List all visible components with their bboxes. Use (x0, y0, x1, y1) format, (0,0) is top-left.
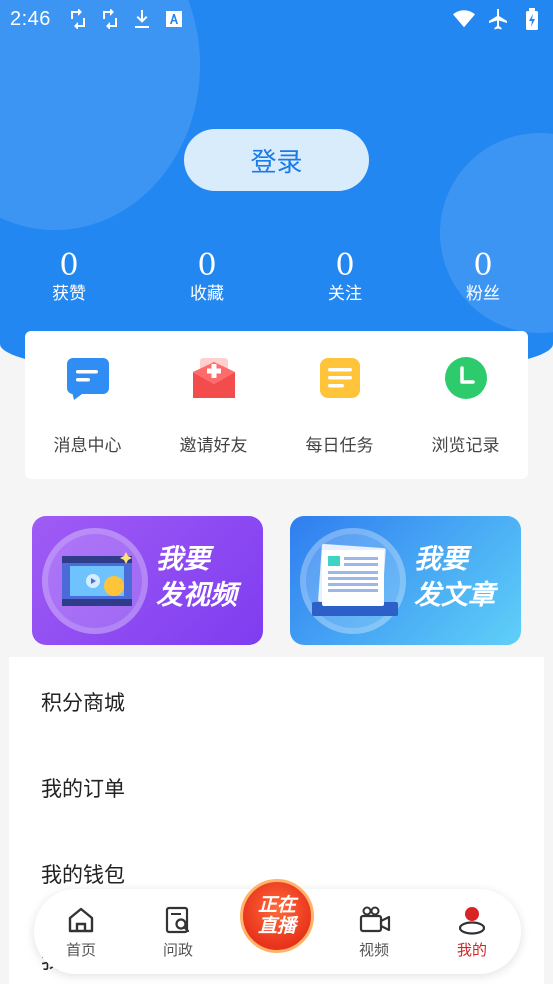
quick-action-label: 浏览记录 (431, 436, 500, 456)
status-bar: 2:46 (0, 0, 553, 38)
quick-action-invite[interactable]: 邀请好友 (151, 331, 276, 479)
nav-inquiry[interactable]: 问政 (143, 905, 213, 960)
video-camera-icon (359, 905, 391, 935)
stat-label: 粉丝 (466, 284, 500, 304)
wifi-icon (453, 8, 475, 30)
menu-item-points-mall[interactable]: 积分商城 (41, 687, 125, 717)
nav-label: 视频 (358, 941, 389, 959)
nav-label: 问政 (162, 941, 193, 959)
stat-likes[interactable]: 0 获赞 (24, 250, 114, 306)
banner-line: 发视频 (156, 580, 237, 611)
stat-label: 关注 (328, 284, 362, 304)
message-icon (66, 356, 110, 400)
stat-value: 0 (59, 248, 79, 283)
task-note-icon (318, 356, 362, 400)
home-icon (66, 905, 96, 935)
status-time: 2:46 (10, 7, 51, 30)
live-label: 正在 (257, 894, 296, 916)
nav-label: 首页 (65, 941, 96, 959)
quick-action-messages[interactable]: 消息中心 (25, 331, 150, 479)
stat-value: 0 (473, 248, 493, 283)
menu-item-my-orders[interactable]: 我的订单 (41, 773, 125, 803)
document-icon (312, 543, 398, 624)
quick-action-history[interactable]: 浏览记录 (403, 331, 528, 479)
stat-value: 0 (197, 248, 217, 283)
nav-label: 我的 (456, 941, 487, 959)
sync-icon (99, 8, 121, 30)
inquiry-icon (163, 905, 193, 935)
film-strip-icon (60, 552, 134, 614)
banner-line: 我要 (414, 544, 468, 575)
stat-following[interactable]: 0 关注 (300, 250, 390, 306)
banner-text: 我要 发视频 (156, 542, 237, 614)
nav-home[interactable]: 首页 (46, 905, 116, 960)
banner-line: 我要 (156, 544, 210, 575)
clock-icon (444, 356, 488, 400)
quick-action-label: 每日任务 (305, 436, 374, 456)
nav-mine[interactable]: 我的 (437, 905, 507, 960)
live-broadcast-button[interactable]: 正在 直播 (240, 879, 314, 953)
login-button[interactable]: 登录 (184, 129, 369, 191)
download-icon (131, 8, 153, 30)
stat-fans[interactable]: 0 粉丝 (438, 250, 528, 306)
bottom-nav: 首页 问政 正在 直播 视频 我的 (34, 879, 521, 974)
banner-text: 我要 发文章 (414, 542, 495, 614)
airplane-icon (487, 8, 509, 30)
invite-envelope-icon (192, 356, 236, 400)
stat-value: 0 (335, 248, 355, 283)
quick-action-label: 消息中心 (53, 436, 122, 456)
live-label: 直播 (257, 915, 296, 937)
font-icon (163, 8, 185, 30)
profile-icon (457, 905, 487, 935)
battery-icon (521, 8, 543, 30)
post-video-banner[interactable]: 我要 发视频 (32, 516, 263, 645)
stat-label: 获赞 (52, 284, 86, 304)
sync-icon (67, 8, 89, 30)
quick-actions-card: 消息中心 邀请好友 每日任务 浏览记录 (25, 331, 528, 479)
menu-item-my-wallet[interactable]: 我的钱包 (41, 859, 125, 889)
post-article-banner[interactable]: 我要 发文章 (290, 516, 521, 645)
nav-video[interactable]: 视频 (339, 905, 409, 960)
stats-row: 0 获赞 0 收藏 0 关注 0 粉丝 (0, 250, 553, 310)
banner-line: 发文章 (414, 580, 495, 611)
stat-label: 收藏 (190, 284, 224, 304)
stat-favorites[interactable]: 0 收藏 (162, 250, 252, 306)
quick-action-label: 邀请好友 (179, 436, 248, 456)
quick-action-daily-task[interactable]: 每日任务 (277, 331, 402, 479)
